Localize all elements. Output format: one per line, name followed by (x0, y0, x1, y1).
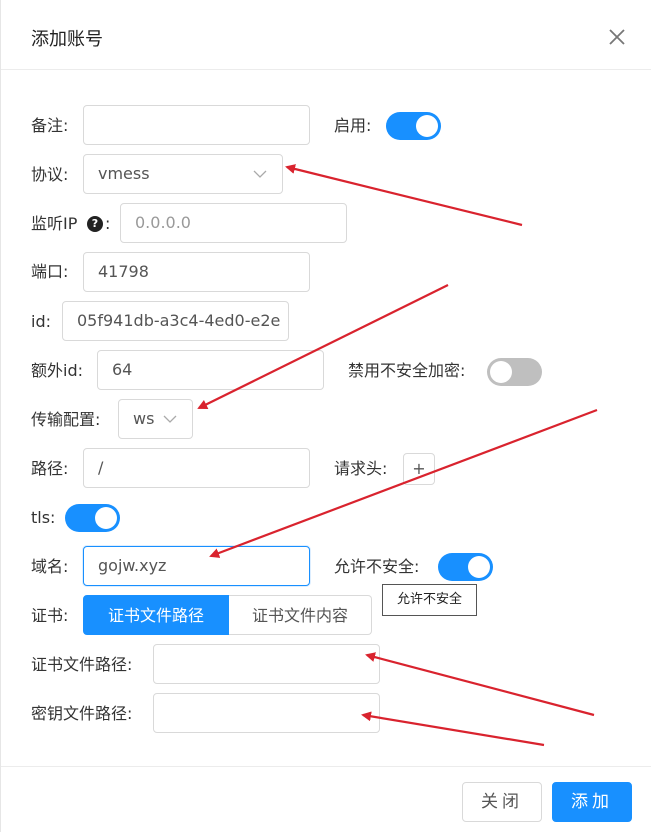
tls-label: tls: (31, 508, 56, 527)
dialog-footer: 关闭 添加 (1, 766, 651, 832)
add-account-dialog: 添加账号 备注: 启用: 协议: vmess 监听IP ? : 0.0.0.0 … (0, 0, 651, 832)
path-input[interactable]: / (83, 448, 310, 488)
disable-insecure-switch[interactable] (487, 358, 542, 386)
key-file-path-label: 密钥文件路径: (31, 704, 133, 723)
close-icon[interactable] (605, 25, 629, 49)
transport-label: 传输配置: (31, 410, 101, 429)
allow-insecure-tooltip: 允许不安全 (382, 584, 477, 616)
port-label: 端口: (31, 262, 69, 281)
switch-knob (95, 507, 117, 529)
extra-id-label: 额外id: (31, 361, 83, 380)
transport-select[interactable]: ws (118, 399, 193, 439)
headers-label: 请求头: (334, 459, 388, 478)
cert-label: 证书: (31, 606, 69, 625)
id-input[interactable]: 05f941db-a3c4-4ed0-e2e (62, 301, 289, 341)
tls-switch[interactable] (65, 504, 120, 532)
annotation-arrow (365, 652, 595, 717)
protocol-label: 协议: (31, 165, 69, 184)
extra-id-input[interactable]: 64 (97, 350, 324, 390)
add-button[interactable]: 添加 (552, 782, 632, 822)
enable-switch[interactable] (386, 112, 441, 140)
remark-input[interactable] (83, 105, 310, 145)
listen-ip-label: 监听IP (31, 214, 78, 233)
question-circle-icon[interactable]: ? (87, 216, 103, 232)
domain-label: 域名: (31, 557, 69, 576)
listen-ip-input[interactable]: 0.0.0.0 (120, 203, 347, 243)
tab-cert-file-content[interactable]: 证书文件内容 (229, 595, 372, 635)
chevron-down-icon (253, 170, 267, 178)
protocol-value: vmess (98, 164, 150, 183)
id-label: id: (31, 312, 51, 331)
close-button[interactable]: 关闭 (462, 782, 542, 822)
key-file-path-input[interactable] (153, 693, 380, 733)
domain-input[interactable]: gojw.xyz (83, 546, 310, 586)
transport-value: ws (133, 409, 155, 428)
tab-cert-file-path[interactable]: 证书文件路径 (83, 595, 229, 635)
allow-insecure-label: 允许不安全: (334, 557, 420, 576)
cert-file-path-input[interactable] (153, 644, 380, 684)
annotation-arrow (361, 711, 545, 747)
dialog-header: 添加账号 (1, 0, 651, 70)
allow-insecure-switch[interactable] (438, 553, 493, 581)
add-header-button[interactable]: + (403, 453, 435, 485)
switch-knob (468, 556, 490, 578)
disable-insecure-label: 禁用不安全加密: (348, 361, 466, 380)
chevron-down-icon (163, 415, 177, 423)
path-label: 路径: (31, 459, 69, 478)
enable-label: 启用: (334, 116, 372, 135)
remark-label: 备注: (31, 116, 69, 135)
listen-ip-colon: : (105, 214, 111, 233)
cert-file-path-label: 证书文件路径: (31, 655, 133, 674)
switch-knob (490, 361, 512, 383)
dialog-title: 添加账号 (31, 29, 103, 50)
port-input[interactable]: 41798 (83, 252, 310, 292)
switch-knob (416, 115, 438, 137)
